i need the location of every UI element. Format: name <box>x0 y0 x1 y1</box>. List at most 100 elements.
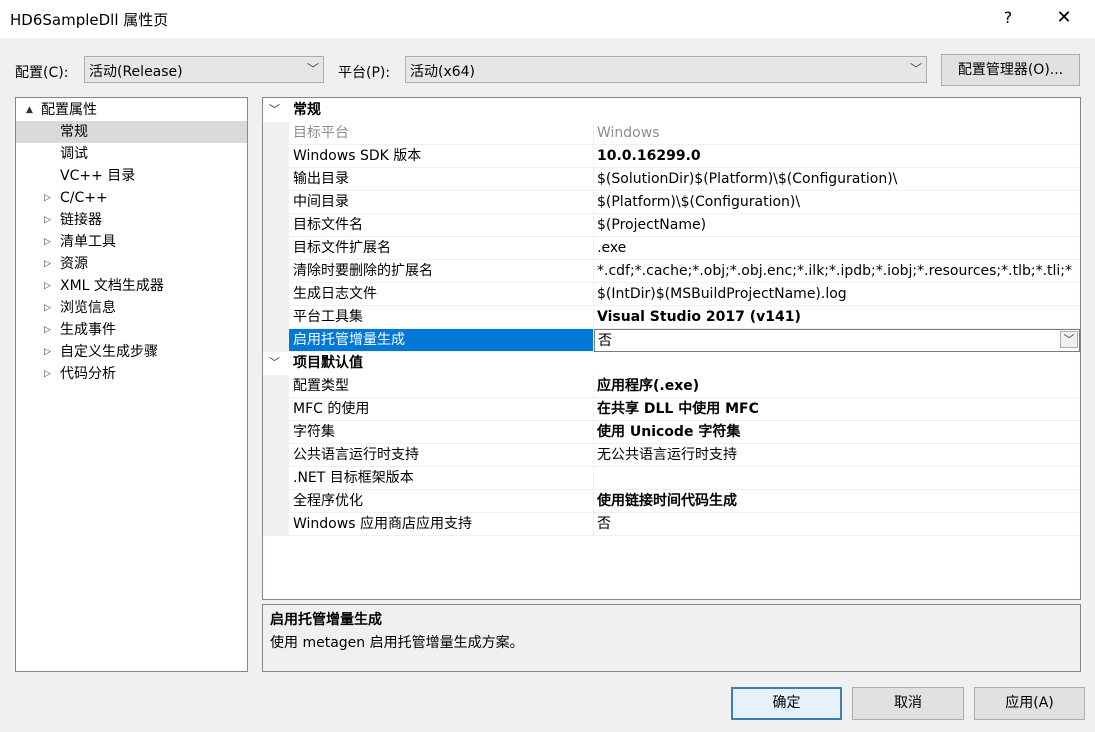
property-row[interactable]: 平台工具集 Visual Studio 2017 (v141) <box>263 306 1080 329</box>
tree-item[interactable]: ▷ XML 文档生成器 <box>16 275 247 297</box>
property-name[interactable]: 目标文件名 <box>289 214 594 237</box>
ok-button[interactable]: 确定 <box>731 687 842 720</box>
property-value[interactable]: Visual Studio 2017 (v141) <box>594 306 1080 329</box>
property-row[interactable]: MFC 的使用 在共享 DLL 中使用 MFC <box>263 398 1080 421</box>
property-row[interactable]: 启用托管增量生成否 ﹀ <box>263 329 1080 352</box>
tree-item[interactable]: ▷ C/C++ <box>16 187 247 209</box>
expand-icon[interactable]: ▷ <box>44 253 51 275</box>
property-row[interactable]: .NET 目标框架版本 <box>263 467 1080 490</box>
property-row[interactable]: 配置类型 应用程序(.exe) <box>263 375 1080 398</box>
tree-item-label: 浏览信息 <box>60 300 116 316</box>
property-row[interactable]: 输出目录 $(SolutionDir)$(Platform)\$(Configur… <box>263 168 1080 191</box>
property-name[interactable]: MFC 的使用 <box>289 398 594 421</box>
property-value[interactable]: 在共享 DLL 中使用 MFC <box>594 398 1080 421</box>
property-name[interactable]: Windows 应用商店应用支持 <box>289 513 594 536</box>
row-gutter <box>263 329 289 352</box>
property-row[interactable]: 字符集 使用 Unicode 字符集 <box>263 421 1080 444</box>
property-value[interactable]: $(IntDir)$(MSBuildProjectName).log <box>594 283 1080 306</box>
row-gutter <box>263 306 289 329</box>
tree-item[interactable]: ▷ 自定义生成步骤 <box>16 341 247 363</box>
chevron-down-icon[interactable]: ﹀ <box>1060 331 1078 348</box>
config-manager-button[interactable]: 配置管理器(O)... <box>941 54 1080 86</box>
property-name[interactable]: .NET 目标框架版本 <box>289 467 594 490</box>
property-value[interactable] <box>594 467 1080 490</box>
tree-item[interactable]: ▷ 资源 <box>16 253 247 275</box>
cancel-button[interactable]: 取消 <box>852 687 964 720</box>
property-value[interactable]: 10.0.16299.0 <box>594 145 1080 168</box>
row-gutter <box>263 260 289 283</box>
property-name[interactable]: 生成日志文件 <box>289 283 594 306</box>
property-row[interactable]: 公共语言运行时支持 无公共语言运行时支持 <box>263 444 1080 467</box>
property-row[interactable]: 清除时要删除的扩展名 *.cdf;*.cache;*.obj;*.obj.enc;… <box>263 260 1080 283</box>
property-name[interactable]: 输出目录 <box>289 168 594 191</box>
expand-icon[interactable]: ▷ <box>44 341 51 363</box>
property-value[interactable]: 使用 Unicode 字符集 <box>594 421 1080 444</box>
property-name[interactable]: 清除时要删除的扩展名 <box>289 260 594 283</box>
expand-icon[interactable]: ▷ <box>44 297 51 319</box>
tree-item[interactable]: ▷ 清单工具 <box>16 231 247 253</box>
tree-item[interactable]: 常规 <box>16 121 247 143</box>
property-name[interactable]: 字符集 <box>289 421 594 444</box>
expand-icon[interactable]: ▷ <box>44 187 51 209</box>
tree-item[interactable]: ▷ 生成事件 <box>16 319 247 341</box>
row-gutter <box>263 444 289 467</box>
property-name[interactable]: 全程序优化 <box>289 490 594 513</box>
tree-item[interactable]: ▷ 代码分析 <box>16 363 247 385</box>
property-row[interactable]: 生成日志文件 $(IntDir)$(MSBuildProjectName).log <box>263 283 1080 306</box>
property-name[interactable]: 启用托管增量生成 <box>289 329 594 352</box>
row-gutter <box>263 237 289 260</box>
close-icon[interactable]: ✕ <box>1052 6 1076 30</box>
property-value[interactable]: .exe <box>594 237 1080 260</box>
platform-dropdown[interactable]: 活动(x64) ﹀ <box>405 56 927 83</box>
expand-icon[interactable]: ▷ <box>44 275 51 297</box>
tree-item[interactable]: 调试 <box>16 143 247 165</box>
property-name[interactable]: 目标平台 <box>289 122 594 145</box>
property-row[interactable]: 目标文件扩展名 .exe <box>263 237 1080 260</box>
tree-item-label: 清单工具 <box>60 234 116 250</box>
property-row[interactable]: 全程序优化 使用链接时间代码生成 <box>263 490 1080 513</box>
property-name[interactable]: 中间目录 <box>289 191 594 214</box>
apply-button[interactable]: 应用(A) <box>974 687 1085 720</box>
property-value[interactable]: 无公共语言运行时支持 <box>594 444 1080 467</box>
tree-item[interactable]: ▷ 浏览信息 <box>16 297 247 319</box>
property-value[interactable]: $(Platform)\$(Configuration)\ <box>594 191 1080 214</box>
property-name[interactable]: 公共语言运行时支持 <box>289 444 594 467</box>
property-value[interactable]: $(ProjectName) <box>594 214 1080 237</box>
property-row[interactable]: 目标平台 Windows <box>263 122 1080 145</box>
property-value[interactable]: *.cdf;*.cache;*.obj;*.obj.enc;*.ilk;*.ip… <box>594 260 1080 283</box>
property-name[interactable]: Windows SDK 版本 <box>289 145 594 168</box>
property-value[interactable]: Windows <box>594 122 1080 145</box>
property-value[interactable]: $(SolutionDir)$(Platform)\$(Configuratio… <box>594 168 1080 191</box>
property-value[interactable]: 否 <box>594 513 1080 536</box>
collapse-icon[interactable]: ▲ <box>26 99 33 121</box>
tree-item[interactable]: ▲ 配置属性 <box>16 99 247 121</box>
help-icon[interactable]: ? <box>1000 6 1016 30</box>
expand-icon[interactable]: ▷ <box>44 319 51 341</box>
grid-category[interactable]: ﹀ 常规 <box>263 99 1080 121</box>
property-row[interactable]: 目标文件名 $(ProjectName) <box>263 214 1080 237</box>
tree-item[interactable]: VC++ 目录 <box>16 165 247 187</box>
property-value[interactable]: 使用链接时间代码生成 <box>594 490 1080 513</box>
tree-item[interactable]: ▷ 链接器 <box>16 209 247 231</box>
property-name[interactable]: 配置类型 <box>289 375 594 398</box>
tree-item-label: 链接器 <box>60 212 102 228</box>
property-row[interactable]: Windows 应用商店应用支持否 <box>263 513 1080 536</box>
property-name[interactable]: 目标文件扩展名 <box>289 237 594 260</box>
expand-icon[interactable]: ▷ <box>44 209 51 231</box>
property-name[interactable]: 平台工具集 <box>289 306 594 329</box>
row-gutter <box>263 467 289 490</box>
config-label: 配置(C): <box>15 65 69 81</box>
collapse-icon[interactable]: ﹀ <box>269 352 280 374</box>
collapse-icon[interactable]: ﹀ <box>269 99 280 121</box>
expand-icon[interactable]: ▷ <box>44 363 51 385</box>
property-row[interactable]: Windows SDK 版本 10.0.16299.0 <box>263 145 1080 168</box>
row-gutter <box>263 283 289 306</box>
tree-item-label: 调试 <box>60 146 88 162</box>
row-gutter <box>263 513 289 536</box>
property-value[interactable]: 否 <box>594 329 1080 352</box>
property-value[interactable]: 应用程序(.exe) <box>594 375 1080 398</box>
grid-category[interactable]: ﹀ 项目默认值 <box>263 352 1080 374</box>
property-row[interactable]: 中间目录 $(Platform)\$(Configuration)\ <box>263 191 1080 214</box>
expand-icon[interactable]: ▷ <box>44 231 51 253</box>
config-dropdown[interactable]: 活动(Release) ﹀ <box>84 56 324 83</box>
